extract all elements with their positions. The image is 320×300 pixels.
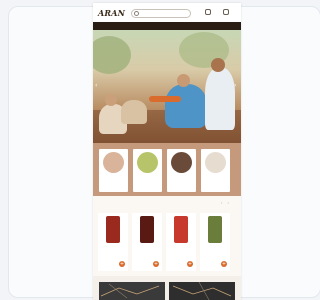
hero-cta-button[interactable] — [149, 96, 181, 102]
category-band — [93, 143, 241, 196]
product-image — [174, 216, 188, 243]
product-card[interactable]: + — [98, 213, 128, 271]
hero-banner[interactable]: ‹ › — [93, 30, 241, 143]
map-lines — [100, 283, 160, 299]
hero-person-head — [105, 94, 117, 106]
hero-person — [205, 68, 235, 130]
category-card[interactable] — [201, 149, 230, 192]
product-card[interactable]: + — [132, 213, 162, 271]
product-image — [208, 216, 222, 243]
product-image — [140, 216, 154, 243]
product-image — [106, 216, 120, 243]
search-icon — [134, 11, 139, 16]
site-header: ARAN — [93, 3, 241, 22]
category-image — [103, 152, 124, 173]
main-nav — [93, 22, 241, 30]
hero-tree — [93, 36, 131, 74]
carousel-arrows-icon[interactable]: ‹ › — [221, 201, 231, 205]
hero-person — [165, 84, 207, 128]
hero-person — [121, 100, 147, 124]
site-logo[interactable]: ARAN — [98, 7, 125, 19]
hero-person-head — [177, 74, 190, 87]
add-to-cart-button[interactable]: + — [221, 261, 227, 267]
product-card[interactable]: + — [200, 213, 230, 271]
map-lines — [172, 282, 232, 300]
map-image[interactable] — [169, 282, 235, 300]
map-image[interactable] — [99, 282, 165, 300]
bottom-section — [93, 276, 241, 300]
category-card[interactable] — [133, 149, 162, 192]
category-card[interactable] — [99, 149, 128, 192]
chevron-right-icon[interactable]: › — [234, 82, 239, 90]
hero-person-head — [211, 58, 225, 72]
user-icon[interactable] — [205, 9, 211, 15]
chevron-left-icon[interactable]: ‹ — [95, 82, 100, 90]
add-to-cart-button[interactable]: + — [187, 261, 193, 267]
category-card[interactable] — [167, 149, 196, 192]
category-image — [205, 152, 226, 173]
website-screenshot: ARAN ‹ › ‹ › + + + + — [93, 3, 241, 300]
add-to-cart-button[interactable]: + — [153, 261, 159, 267]
category-image — [171, 152, 192, 173]
search-input[interactable] — [131, 9, 191, 18]
add-to-cart-button[interactable]: + — [119, 261, 125, 267]
product-card[interactable]: + — [166, 213, 196, 271]
cart-icon[interactable] — [223, 9, 229, 15]
category-image — [137, 152, 158, 173]
products-section: ‹ › + + + + — [93, 196, 241, 276]
